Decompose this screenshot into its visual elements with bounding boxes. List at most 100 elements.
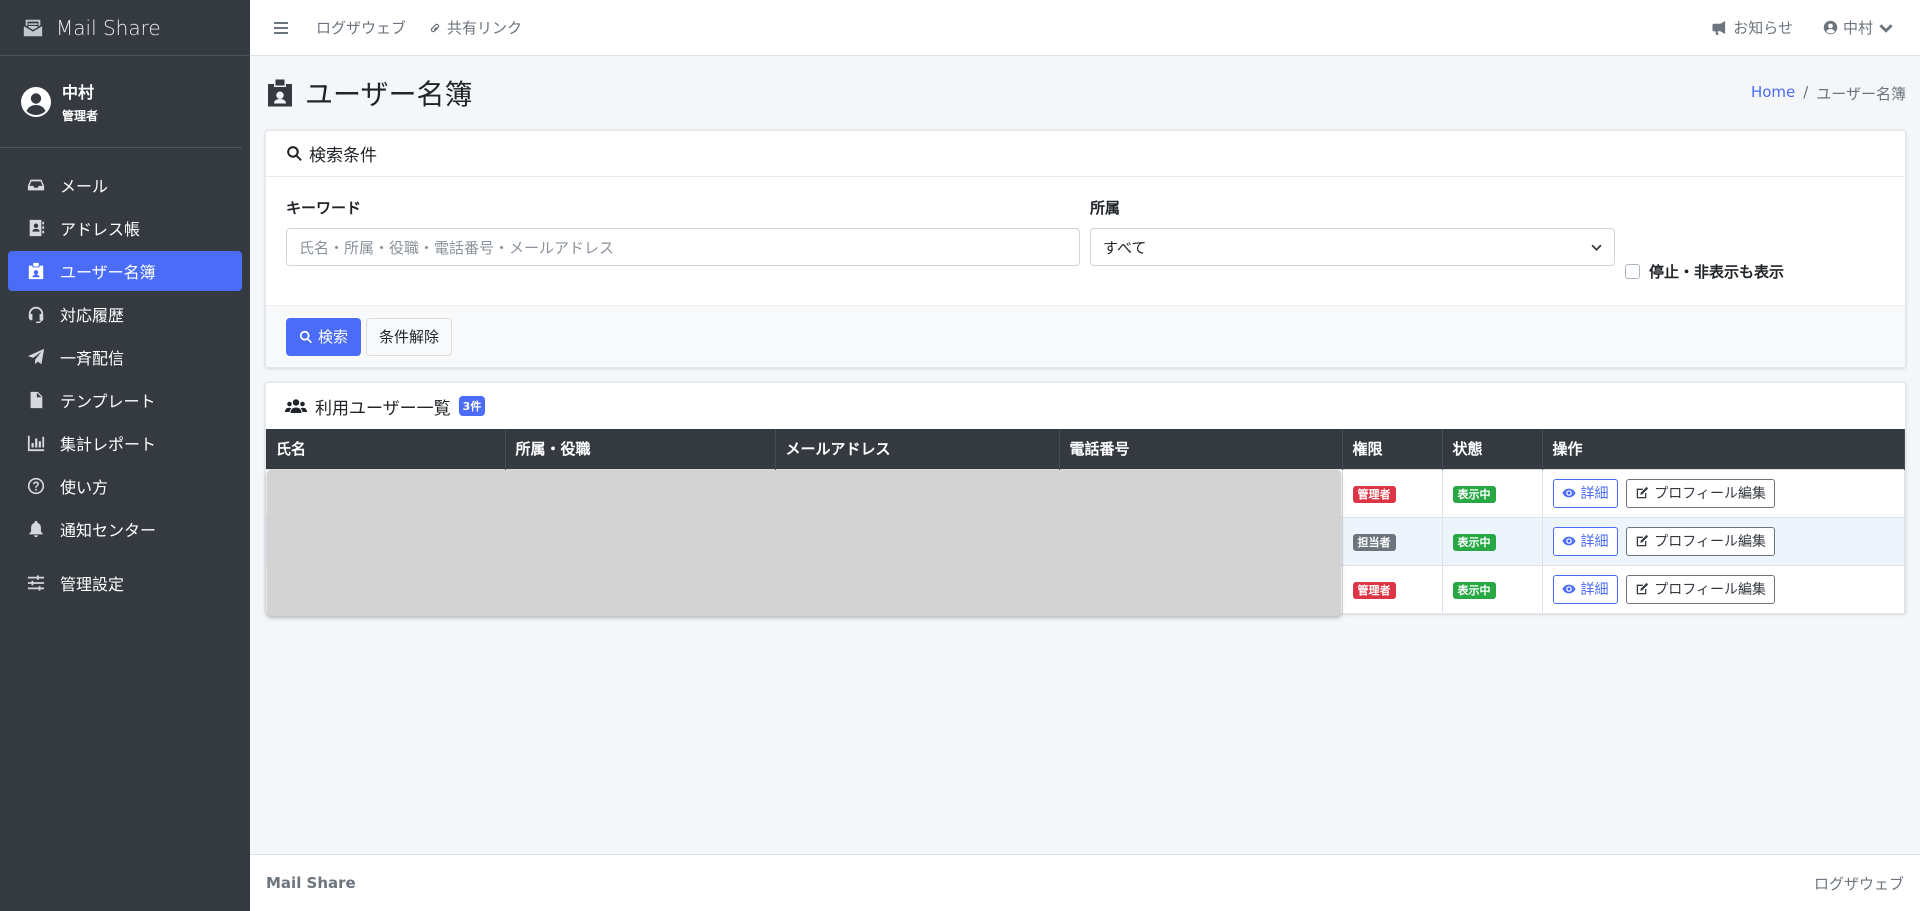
top-link-share[interactable]: 共有リンク: [428, 17, 522, 38]
main-content: ユーザー名簿 Home / ユーザー名簿 検索条件 キーワード 氏名・所属・役職…: [265, 56, 1906, 616]
edit-profile-label: プロフィール編集: [1654, 582, 1767, 599]
users-icon: [285, 399, 307, 413]
sidebar-item-label: 一斉配信: [60, 349, 125, 368]
detail-button-label: 詳細: [1580, 486, 1609, 502]
column-header[interactable]: 権限: [1342, 429, 1443, 469]
user-menu[interactable]: 中村: [1823, 17, 1898, 38]
inbox-icon: [26, 176, 46, 194]
page-footer: Mail Share ログザウェブ: [250, 854, 1920, 911]
cell-status: 表示中: [1442, 516, 1543, 565]
search-icon: [299, 330, 313, 343]
id-badge-icon: [268, 79, 292, 107]
address-book-icon: [26, 219, 46, 237]
detail-button[interactable]: 詳細: [1552, 574, 1618, 604]
user-count-badge: 3件: [458, 396, 486, 416]
edit-profile-button[interactable]: プロフィール編集: [1626, 478, 1776, 508]
sidebar-item-broadcast[interactable]: 一斉配信: [8, 337, 242, 377]
breadcrumb-separator: /: [1803, 82, 1809, 101]
show-stopped-toggle[interactable]: 停止・非表示も表示: [1625, 237, 1784, 305]
column-header[interactable]: メールアドレス: [775, 429, 1060, 469]
mail-bulk-icon: [23, 19, 43, 36]
sidebar-item-mail[interactable]: メール: [8, 165, 242, 205]
user-name: 中村: [62, 83, 95, 102]
sidebar-item-label: ユーザー名簿: [60, 263, 156, 282]
search-card-footer: 検索 条件解除: [266, 305, 1905, 367]
keyword-input[interactable]: 氏名・所属・役職・電話番号・メールアドレス: [286, 228, 1080, 266]
topbar: ログザウェブ 共有リンク お知らせ 中村: [250, 0, 1920, 56]
edit-profile-label: プロフィール編集: [1654, 534, 1767, 550]
menu-toggle-icon[interactable]: [274, 19, 288, 37]
sidebar-item-address-book[interactable]: アドレス帳: [8, 208, 242, 248]
id-badge-icon: [26, 262, 46, 280]
breadcrumb-current: ユーザー名簿: [1816, 84, 1906, 103]
paper-plane-icon: [26, 348, 46, 366]
detail-button[interactable]: 詳細: [1552, 478, 1618, 508]
column-header[interactable]: 所属・役職: [505, 429, 776, 469]
notice-label: お知らせ: [1733, 19, 1793, 37]
cell-status: 表示中: [1442, 564, 1543, 613]
breadcrumb-home[interactable]: Home: [1751, 83, 1795, 104]
sidebar-item-howto[interactable]: 使い方: [8, 466, 242, 506]
detail-button[interactable]: 詳細: [1552, 526, 1618, 556]
cell-status: 表示中: [1442, 468, 1543, 517]
keyword-label: キーワード: [286, 199, 362, 217]
user-table-wrap: 氏名 所属・役職 メールアドレス 電話番号 権限 状態 操作 管理者 表示中 詳…: [266, 429, 1905, 616]
topbar-right: お知らせ 中村: [1681, 17, 1898, 38]
brand-text: Mail Share: [56, 15, 161, 40]
search-button-label: 検索: [318, 328, 349, 346]
sidebar-item-admin-settings[interactable]: 管理設定: [8, 563, 242, 603]
table-header-row: 氏名 所属・役職 メールアドレス 電話番号 権限 状態 操作: [266, 429, 1905, 469]
column-header[interactable]: 氏名: [266, 429, 506, 469]
keyword-field: キーワード 氏名・所属・役職・電話番号・メールアドレス: [286, 197, 1080, 305]
bullhorn-icon: [1712, 20, 1726, 35]
sidebar-item-report[interactable]: 集計レポート: [8, 423, 242, 463]
column-header[interactable]: 状態: [1442, 429, 1543, 469]
user-list-title: 利用ユーザー一覧: [315, 398, 451, 419]
page-title: ユーザー名簿: [265, 73, 472, 113]
footer-link[interactable]: ログザウェブ: [1814, 873, 1904, 894]
breadcrumb: Home / ユーザー名簿: [1751, 83, 1906, 104]
role-badge: 管理者: [1352, 582, 1396, 600]
bell-icon: [26, 520, 46, 538]
user-role: 管理者: [62, 109, 99, 123]
top-link-logthe-web[interactable]: ログザウェブ: [316, 17, 406, 38]
page-header: ユーザー名簿 Home / ユーザー名簿: [265, 56, 1906, 130]
department-select[interactable]: すべて: [1090, 228, 1615, 266]
sidebar: Mail Share 中村 管理者 メール アドレス帳 ユーザー名簿 対応履歴 …: [0, 0, 250, 911]
notice-link[interactable]: お知らせ: [1711, 17, 1793, 38]
search-form: キーワード 氏名・所属・役職・電話番号・メールアドレス 所属 すべて 停止・非表…: [266, 177, 1905, 305]
chevron-down-icon: [1591, 244, 1602, 251]
edit-profile-button[interactable]: プロフィール編集: [1626, 526, 1776, 556]
detail-button-label: 詳細: [1580, 534, 1609, 550]
search-card: 検索条件 キーワード 氏名・所属・役職・電話番号・メールアドレス 所属 すべて …: [265, 130, 1906, 368]
edit-icon: [1637, 583, 1649, 595]
search-icon: [287, 146, 302, 162]
user-panel[interactable]: 中村 管理者: [0, 56, 242, 148]
cell-actions: 詳細 プロフィール編集: [1542, 468, 1905, 517]
department-field: 所属 すべて: [1090, 197, 1615, 305]
edit-profile-button[interactable]: プロフィール編集: [1626, 574, 1776, 604]
sidebar-item-template[interactable]: テンプレート: [8, 380, 242, 420]
sidebar-item-history[interactable]: 対応履歴: [8, 294, 242, 334]
chart-icon: [26, 434, 46, 452]
search-button[interactable]: 検索: [286, 317, 362, 356]
sidebar-item-label: 管理設定: [60, 575, 125, 594]
brand-link[interactable]: Mail Share: [0, 0, 250, 56]
eye-icon: [1561, 584, 1576, 594]
eye-icon: [1561, 536, 1576, 546]
search-card-header: 検索条件: [266, 131, 1905, 177]
sidebar-item-notifications[interactable]: 通知センター: [8, 509, 242, 549]
clear-conditions-button[interactable]: 条件解除: [366, 317, 453, 356]
user-circle-icon: [1823, 20, 1838, 35]
edit-profile-label: プロフィール編集: [1654, 486, 1767, 502]
sidebar-item-label: アドレス帳: [60, 220, 141, 239]
column-header: 操作: [1542, 429, 1905, 469]
show-stopped-checkbox[interactable]: [1625, 263, 1640, 279]
detail-button-label: 詳細: [1580, 582, 1609, 599]
sidebar-item-user-directory[interactable]: ユーザー名簿: [8, 251, 242, 291]
sidebar-item-label: 通知センター: [60, 521, 157, 540]
department-select-value: すべて: [1103, 238, 1147, 257]
role-badge: 管理者: [1352, 486, 1396, 503]
status-badge: 表示中: [1452, 534, 1496, 551]
column-header[interactable]: 電話番号: [1059, 429, 1343, 469]
